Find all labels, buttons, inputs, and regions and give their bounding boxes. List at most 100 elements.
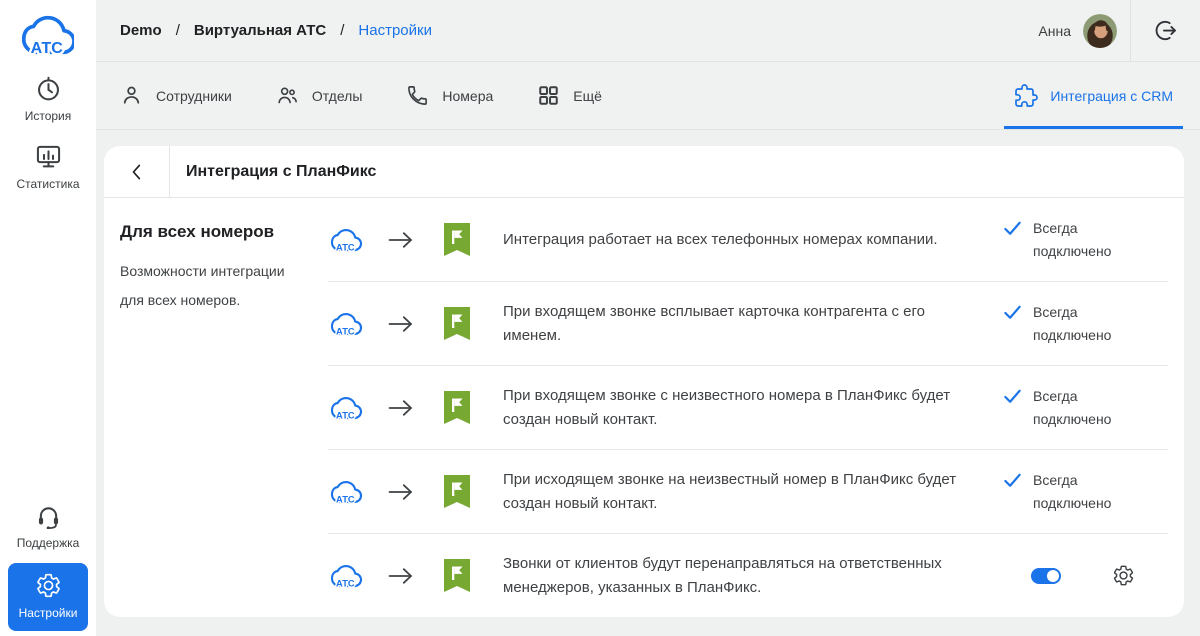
user-menu[interactable]: Анна <box>1038 13 1130 48</box>
integration-row: АТС При вх <box>328 365 1168 449</box>
check-icon <box>1004 389 1021 403</box>
atc-cloud-icon: АТС <box>330 228 363 253</box>
sidebar-item-settings[interactable]: Настройки <box>8 563 88 631</box>
arrow-right-icon <box>388 315 412 332</box>
tab-departments[interactable]: Отделы <box>276 62 363 129</box>
arrow-right-icon <box>388 399 412 416</box>
integration-description: Интеграция работает на всех телефонных н… <box>503 230 938 248</box>
status-badge: Всегда подключено <box>1003 385 1135 431</box>
integration-rows: АТС Интеграция работает на всех телефонн… <box>328 198 1168 617</box>
main-area: Demo / Виртуальная АТС / Настройки Анна <box>96 0 1200 636</box>
tab-label: Отделы <box>311 87 363 104</box>
tab-label: Ещё <box>573 87 602 104</box>
arrow-right-icon <box>388 483 412 500</box>
svg-text:АТС: АТС <box>336 578 355 588</box>
breadcrumb-middle[interactable]: Виртуальная АТС <box>194 22 326 39</box>
atc-logo[interactable]: АТС <box>22 9 74 59</box>
app-root: АТС История Статистика Поддержка Настрой… <box>0 0 1200 636</box>
status-text: Всегда подключено <box>1033 219 1112 259</box>
gear-icon <box>1113 565 1134 586</box>
status-badge: Всегда подключено <box>1003 217 1135 263</box>
planfix-icon <box>444 475 470 508</box>
planfix-icon <box>444 559 470 592</box>
check-icon <box>1004 221 1021 235</box>
person-icon <box>123 86 140 104</box>
flow-icons: АТС <box>328 391 503 424</box>
content-area: Интеграция с ПланФикс Для всех номеров В… <box>96 130 1200 636</box>
integration-description: При входящем звонке всплывает карточка к… <box>503 302 925 344</box>
sidebar-item-history[interactable]: История <box>4 75 92 123</box>
sidebar-nav: История Статистика <box>0 55 96 191</box>
breadcrumb-current: Настройки <box>358 22 432 39</box>
tab-employees[interactable]: Сотрудники <box>120 62 232 129</box>
check-icon <box>1004 473 1021 487</box>
redirect-toggle[interactable] <box>1031 567 1061 584</box>
planfix-icon <box>444 223 470 256</box>
section-info: Для всех номеров Возможности интеграции … <box>104 198 328 617</box>
sidebar-item-support[interactable]: Поддержка <box>4 502 92 550</box>
puzzle-icon <box>1015 83 1039 107</box>
flow-icons: АТС <box>328 475 503 508</box>
integration-description: При исходящем звонке на неизвестный номе… <box>503 470 957 512</box>
integration-row: АТС При вх <box>328 281 1168 365</box>
svg-text:АТС: АТС <box>336 326 355 336</box>
integration-row: АТС Звонки от клиентов будут перенаправл… <box>328 533 1168 617</box>
svg-text:АТС: АТС <box>336 410 355 420</box>
integration-row: АТС При исходящем звонке на неизвестный … <box>328 449 1168 533</box>
sidebar-item-label: История <box>24 109 72 123</box>
row-controls <box>1003 564 1135 587</box>
breadcrumb-root[interactable]: Demo <box>120 22 162 39</box>
sidebar-item-statistics[interactable]: Статистика <box>4 143 92 191</box>
flow-icons: АТС <box>328 559 503 592</box>
avatar <box>1083 13 1117 48</box>
tab-label: Интеграция с CRM <box>1050 87 1173 104</box>
sidebar-item-label: Настройки <box>18 606 78 620</box>
logout-button[interactable] <box>1131 0 1200 61</box>
back-button[interactable] <box>104 146 170 197</box>
panel-header: Интеграция с ПланФикс <box>104 146 1184 198</box>
cloud-atc-icon: АТС <box>22 15 74 59</box>
tab-more[interactable]: Ещё <box>537 62 602 129</box>
status-text: Всегда подключено <box>1033 471 1112 511</box>
row-settings-button[interactable] <box>1112 564 1135 587</box>
status-badge: Всегда подключено <box>1003 301 1135 347</box>
integration-panel: Интеграция с ПланФикс Для всех номеров В… <box>104 146 1184 617</box>
breadcrumb-separator: / <box>340 22 345 39</box>
people-icon <box>278 87 297 104</box>
tab-crm-integration[interactable]: Интеграция с CRM <box>1004 62 1183 129</box>
status-text: Всегда подключено <box>1033 387 1112 427</box>
breadcrumb-separator: / <box>175 22 180 39</box>
planfix-icon <box>444 391 470 424</box>
check-icon <box>1004 305 1021 319</box>
section-heading: Для всех номеров <box>120 222 275 241</box>
user-name: Анна <box>1038 22 1071 39</box>
tab-label: Номера <box>442 87 494 104</box>
integration-description: Звонки от клиентов будут перенаправлятьс… <box>503 554 942 596</box>
top-header: Demo / Виртуальная АТС / Настройки Анна <box>96 0 1200 62</box>
atc-cloud-icon: АТС <box>330 480 363 505</box>
headset-icon <box>38 507 58 529</box>
section-description: Возможности интеграции для всех номеров. <box>120 263 285 308</box>
atc-cloud-icon: АТС <box>330 312 363 337</box>
panel-body: Для всех номеров Возможности интеграции … <box>104 198 1184 617</box>
planfix-icon <box>444 307 470 340</box>
atc-cloud-icon: АТС <box>330 396 363 421</box>
flow-icons: АТС <box>328 223 503 256</box>
bar-chart-monitor-icon <box>36 145 60 168</box>
svg-text:АТС: АТС <box>336 242 355 252</box>
svg-text:АТС: АТС <box>336 494 355 504</box>
arrow-right-icon <box>388 567 412 584</box>
chevron-left-icon <box>132 164 141 179</box>
clock-icon <box>37 76 59 101</box>
breadcrumb: Demo / Виртуальная АТС / Настройки <box>120 22 432 39</box>
sidebar: АТС История Статистика Поддержка Настрой… <box>0 0 96 636</box>
sidebar-item-label: Поддержка <box>16 536 80 550</box>
integration-row: АТС Интеграция работает на всех телефонн… <box>328 198 1168 281</box>
tab-bar: Сотрудники Отделы Номера Ещё Интеграция … <box>96 62 1200 130</box>
gear-icon <box>36 573 60 598</box>
exit-arrow-icon <box>1155 20 1176 41</box>
grid-icon <box>539 86 559 105</box>
sidebar-item-label: Статистика <box>16 177 80 191</box>
tab-numbers[interactable]: Номера <box>406 62 493 129</box>
status-badge: Всегда подключено <box>1003 469 1135 515</box>
